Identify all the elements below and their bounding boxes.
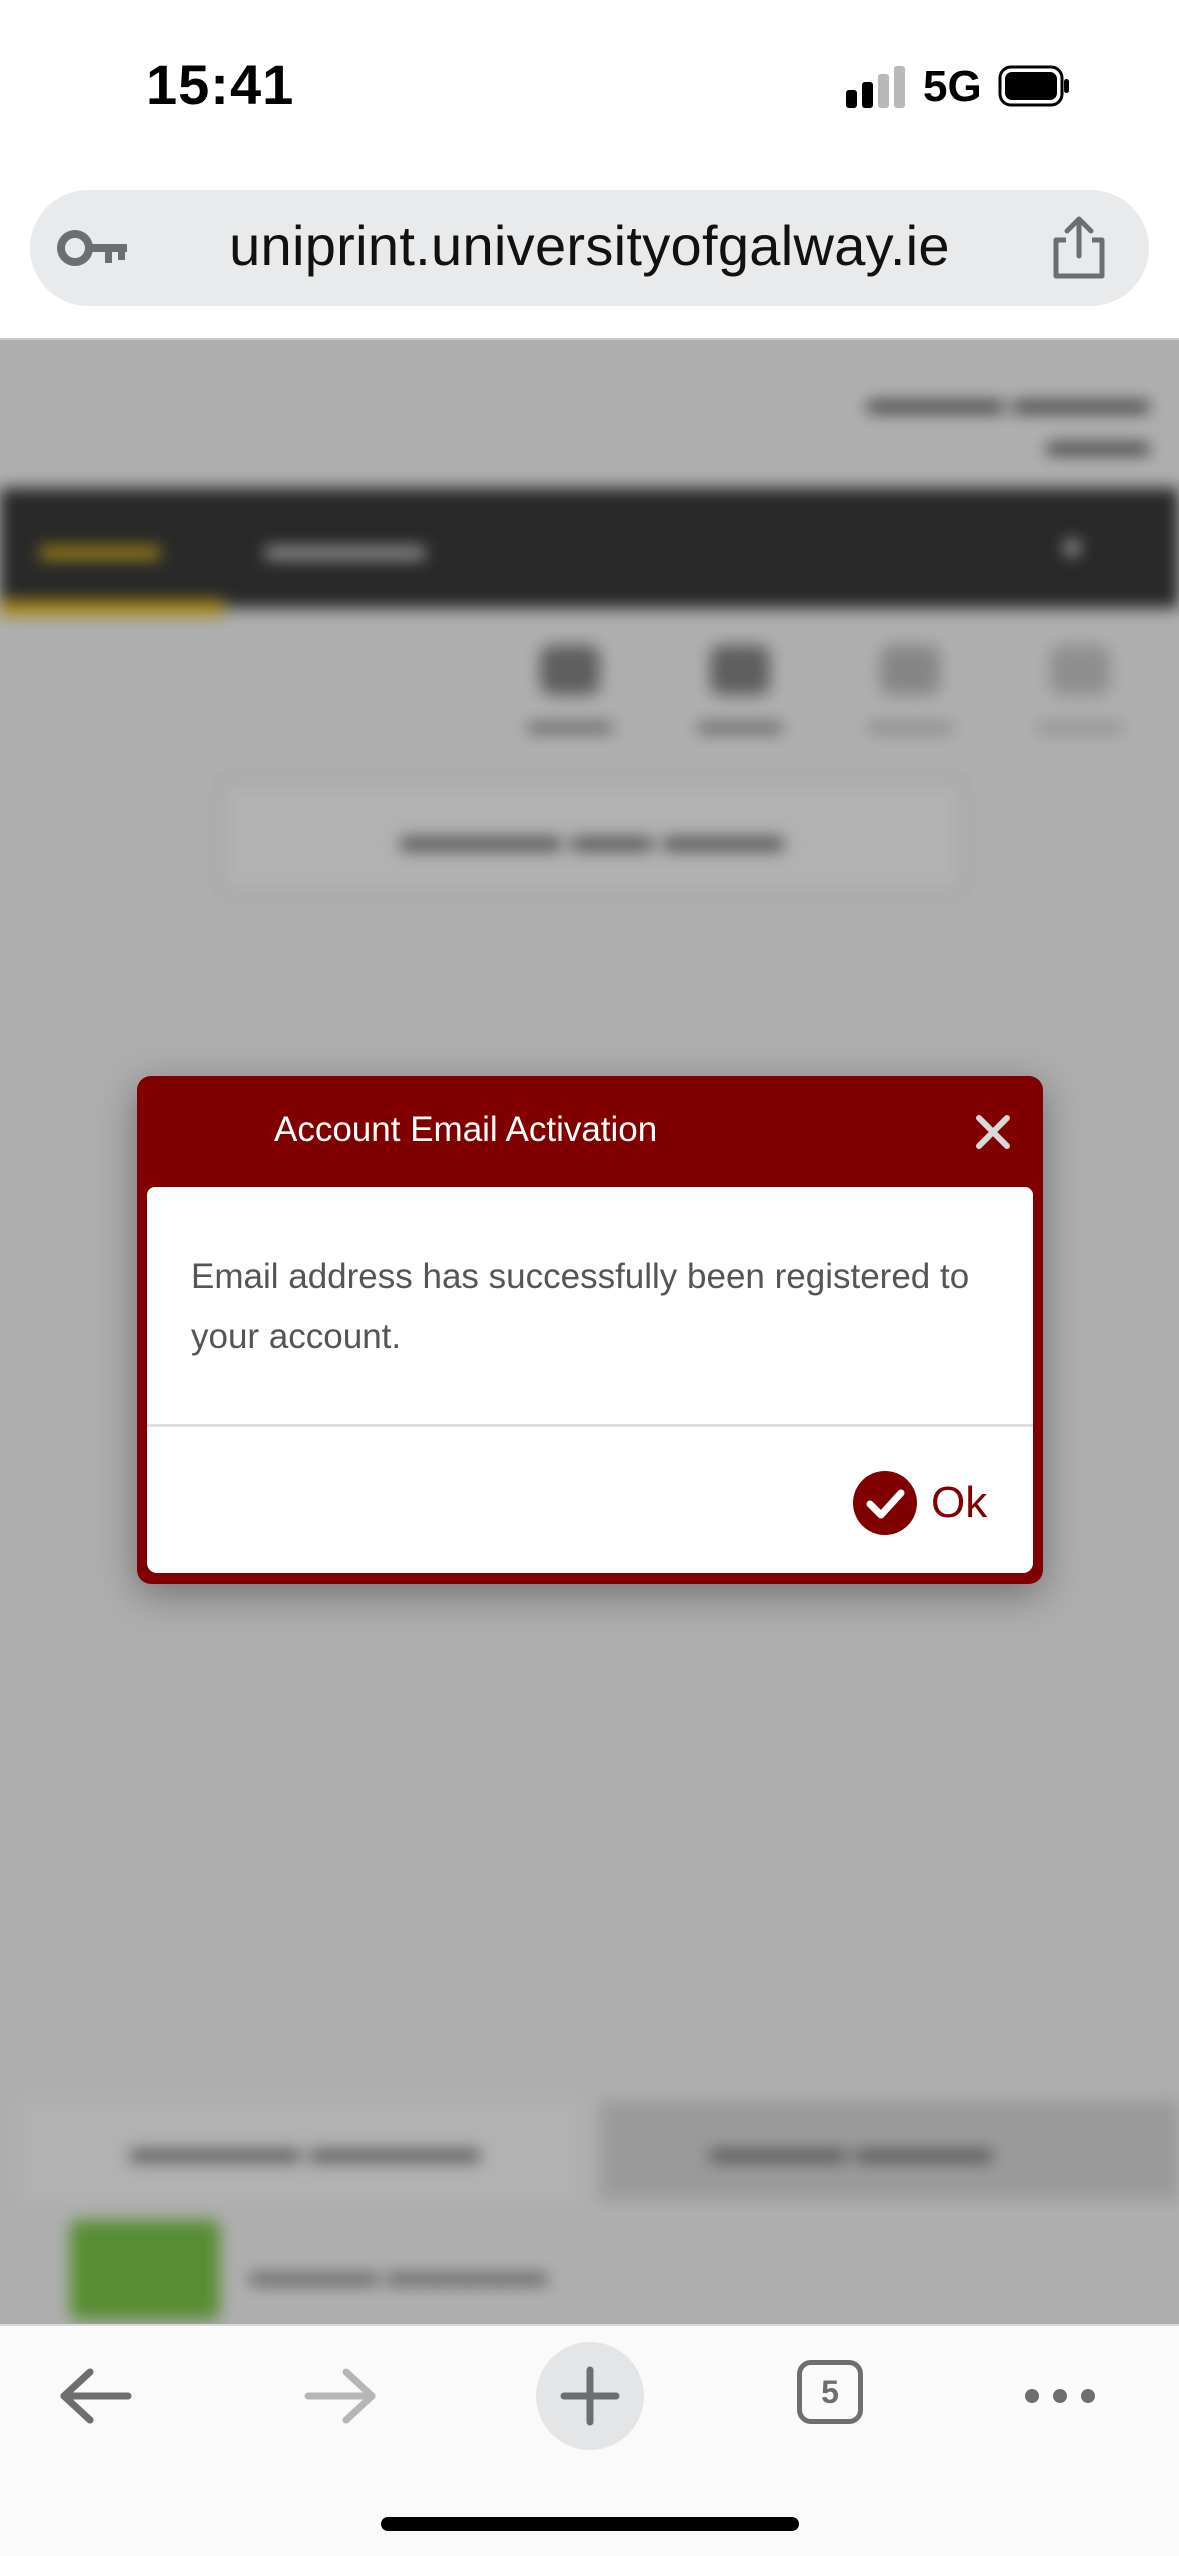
battery-icon [998,65,1069,107]
cellular-signal-icon [846,66,906,108]
tabs-icon[interactable]: 5 [797,2360,863,2424]
more-icon[interactable] [1022,2376,1098,2416]
dialog-message: Email address has successfully been regi… [191,1257,970,1356]
tabs-button[interactable]: 5 [797,2360,871,2432]
share-icon[interactable] [1046,214,1112,282]
close-icon[interactable] [973,1112,1013,1152]
dialog-body: Email address has successfully been regi… [147,1187,1033,1573]
new-tab-button[interactable] [536,2342,644,2450]
network-type: 5G [923,62,982,111]
status-time: 15:41 [146,53,295,116]
plus-icon[interactable] [536,2342,644,2450]
dialog-divider [147,1424,1033,1427]
email-activation-dialog: Account Email Activation Email address h… [137,1076,1043,1584]
status-bar: 15:41 5G [0,0,1179,175]
dialog-title: Account Email Activation [274,1110,658,1149]
forward-arrow-icon[interactable] [302,2364,380,2428]
home-indicator[interactable] [381,2517,799,2531]
address-bar[interactable]: uniprint.universityofgalway.ie [30,190,1149,306]
back-arrow-icon[interactable] [56,2364,134,2428]
url-text[interactable]: uniprint.universityofgalway.ie [30,213,1149,278]
checkmark-circle-icon[interactable] [853,1471,917,1535]
ok-label[interactable]: Ok [931,1478,987,1528]
